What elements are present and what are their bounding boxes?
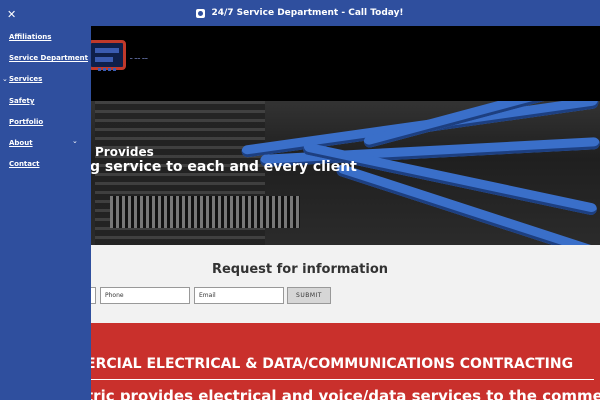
phone-icon: [196, 8, 206, 18]
submit-button[interactable]: SUBMIT: [287, 287, 331, 304]
nav-item-affiliations[interactable]: Affiliations: [9, 33, 51, 41]
logo-subtext: [88, 68, 126, 74]
nav-item-portfolio[interactable]: Portfolio: [9, 118, 43, 126]
company-logo[interactable]: [88, 40, 126, 70]
services-heading: ERCIAL ELECTRICAL & DATA/COMMUNICATIONS …: [86, 356, 574, 372]
phone-field[interactable]: Phone: [100, 287, 190, 304]
hero-headline-line1: Provides: [95, 145, 154, 159]
nav-item-safety[interactable]: Safety: [9, 97, 34, 105]
mobile-nav-drawer: ✕ Affiliations Service Department ⌄ Serv…: [0, 0, 91, 400]
nav-item-about[interactable]: About: [9, 139, 33, 147]
services-body-text: tric provides electrical and voice/data …: [86, 387, 600, 400]
nav-item-service-department[interactable]: Service Department: [9, 54, 88, 62]
email-field[interactable]: Email: [194, 287, 284, 304]
nav-item-services[interactable]: Services: [9, 75, 42, 83]
chevron-down-icon[interactable]: ⌄: [2, 75, 8, 83]
nav-item-contact[interactable]: Contact: [9, 160, 40, 168]
divider: [89, 379, 594, 380]
chevron-down-icon[interactable]: ⌄: [72, 137, 78, 145]
hero-headline-line2: g service to each and every client: [90, 159, 357, 175]
close-icon[interactable]: ✕: [7, 8, 16, 21]
logo-tagline-graphic: ━ ━━ ━━: [130, 56, 149, 61]
patch-panel-image: [110, 196, 300, 228]
announcement-text: 24/7 Service Department - Call Today!: [211, 8, 404, 18]
